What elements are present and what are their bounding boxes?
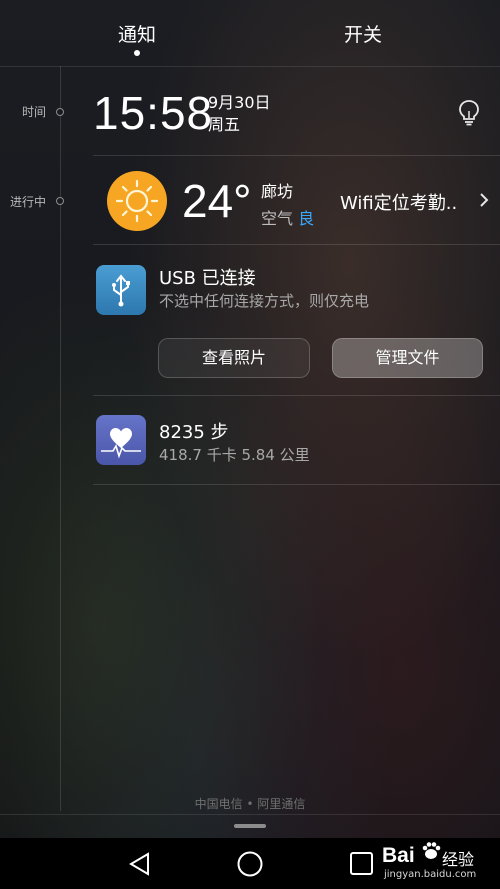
usb-icon xyxy=(96,265,146,315)
divider xyxy=(93,395,500,396)
divider xyxy=(93,484,500,485)
heart-pulse-icon xyxy=(96,415,146,465)
lightbulb-icon[interactable] xyxy=(456,98,482,126)
view-photos-button[interactable]: 查看照片 xyxy=(158,338,310,378)
sun-icon xyxy=(106,170,168,232)
clock-time: 15:58 xyxy=(93,87,214,139)
back-triangle-icon[interactable] xyxy=(126,850,154,878)
air-quality-value: 良 xyxy=(298,209,315,228)
timeline-dot-ongoing xyxy=(56,197,64,205)
divider xyxy=(93,155,500,156)
date-label: 9月30日 xyxy=(208,93,271,112)
city-name: 廊坊 xyxy=(261,182,294,201)
paw-icon xyxy=(420,840,442,862)
step-count: 8235 步 xyxy=(159,422,229,443)
timeline-dot-time xyxy=(56,108,64,116)
tab-bar: 通知 开关 xyxy=(0,0,500,66)
temperature: 24° xyxy=(182,175,252,227)
chevron-right-icon[interactable] xyxy=(476,190,492,210)
carrier-label: 中国电信 • 阿里通信 xyxy=(194,797,306,811)
manage-files-button[interactable]: 管理文件 xyxy=(332,338,483,378)
wifi-attendance-text[interactable]: Wifi定位考勤.. xyxy=(340,189,464,215)
recent-square-icon[interactable] xyxy=(348,850,376,878)
clock-date: 9月30日 周五 xyxy=(208,92,271,136)
baidu-jingyan-watermark: Bai 经验 jingyan.baidu.com xyxy=(382,840,498,882)
bottom-divider xyxy=(0,814,500,815)
divider xyxy=(93,244,500,245)
weekday-label: 周五 xyxy=(208,115,241,134)
home-circle-icon[interactable] xyxy=(236,850,264,878)
watermark-jingyan: 经验 xyxy=(442,850,475,869)
watermark-url: jingyan.baidu.com xyxy=(384,869,477,880)
tab-notifications[interactable]: 通知 xyxy=(118,20,156,47)
timeline-label-ongoing: 进行中 xyxy=(10,195,47,209)
health-stats: 418.7 千卡 5.84 公里 xyxy=(159,446,310,464)
tab-divider xyxy=(0,66,500,67)
timeline-line xyxy=(60,66,61,811)
usb-title: USB 已连接 xyxy=(159,268,256,289)
air-label: 空气 xyxy=(261,209,294,228)
drag-handle[interactable] xyxy=(234,824,266,828)
watermark-logo: Bai xyxy=(382,844,415,867)
active-tab-indicator xyxy=(134,50,140,56)
timeline-label-time: 时间 xyxy=(22,105,47,119)
air-quality: 空气 良 xyxy=(261,205,314,229)
usb-subtitle: 不选中任何连接方式，则仅充电 xyxy=(159,292,370,310)
tab-switches[interactable]: 开关 xyxy=(344,20,382,47)
